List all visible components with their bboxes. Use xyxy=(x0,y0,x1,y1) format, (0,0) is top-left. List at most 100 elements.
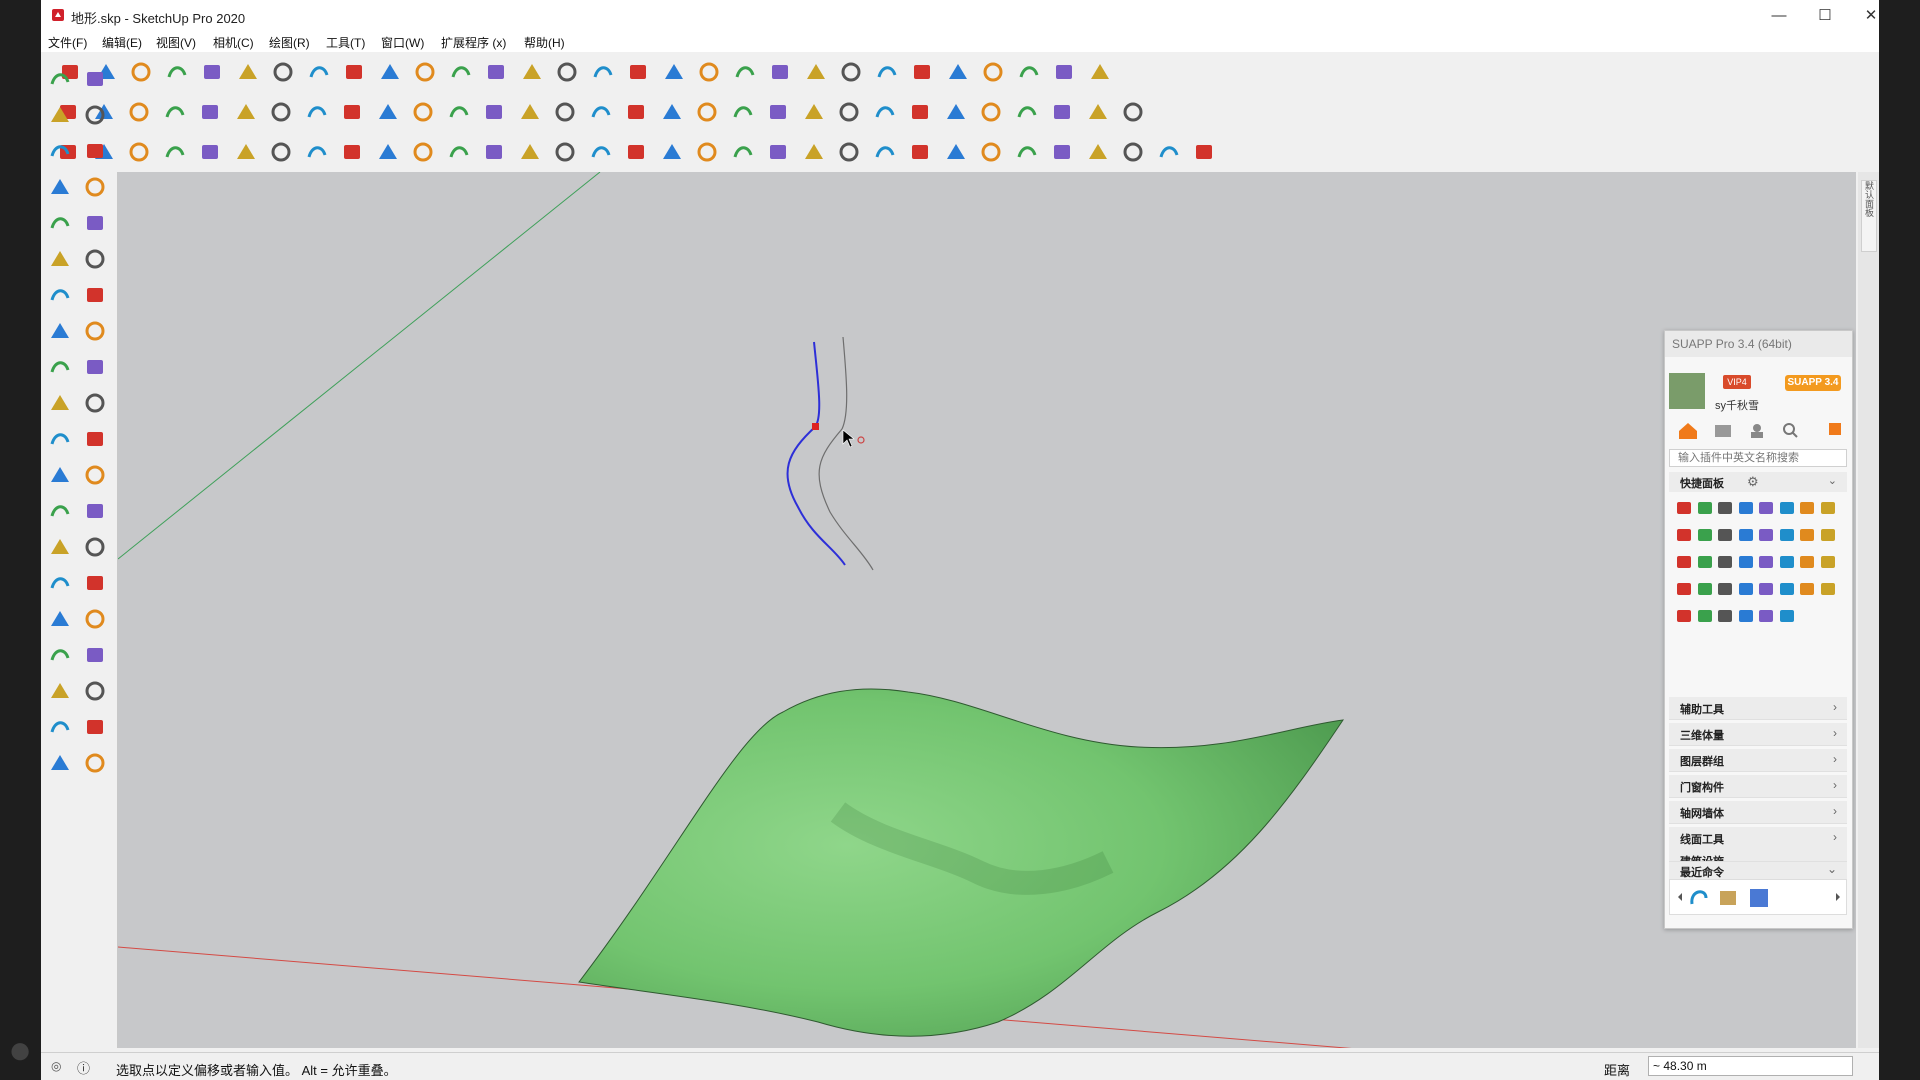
eraser-icon[interactable] xyxy=(82,102,108,128)
list-icon[interactable] xyxy=(1715,425,1731,437)
circle-icon[interactable] xyxy=(47,210,73,236)
home-icon[interactable] xyxy=(1679,423,1697,439)
pie-icon[interactable] xyxy=(82,246,108,272)
textured-icon[interactable] xyxy=(625,59,651,85)
arc-3pt-icon[interactable] xyxy=(730,139,756,165)
recent-offset-icon[interactable] xyxy=(1690,890,1708,905)
flip-icon[interactable] xyxy=(730,99,756,125)
dimensions-icon[interactable] xyxy=(82,426,108,452)
quick-tool-icon[interactable] xyxy=(1819,580,1837,598)
front-icon[interactable] xyxy=(732,59,758,85)
components-icon[interactable] xyxy=(1085,99,1111,125)
quick-tool-icon[interactable] xyxy=(1757,553,1775,571)
wireframe-icon[interactable] xyxy=(519,59,545,85)
category-building-facilities[interactable]: 建筑设施 xyxy=(1669,849,1847,862)
menu-extensions[interactable]: 扩展程序 (x) xyxy=(441,34,506,51)
zoom-window-icon[interactable] xyxy=(82,570,108,596)
section-fill-icon[interactable] xyxy=(945,59,971,85)
texture-icon[interactable] xyxy=(197,99,223,125)
quick-tool-icon[interactable] xyxy=(1798,580,1816,598)
import-icon[interactable] xyxy=(126,139,152,165)
plane-icon[interactable] xyxy=(410,99,436,125)
protractor-icon[interactable] xyxy=(47,462,73,488)
quick-tool-icon[interactable] xyxy=(1798,499,1816,517)
quick-tool-icon[interactable] xyxy=(1757,526,1775,544)
circle-icon[interactable] xyxy=(872,139,898,165)
quick-tool-icon[interactable] xyxy=(1778,553,1796,571)
paint-icon[interactable] xyxy=(694,99,720,125)
search-icon[interactable] xyxy=(1783,423,1798,438)
rotated-rectangle-icon[interactable] xyxy=(82,174,108,200)
joint-push-pull-icon[interactable] xyxy=(943,99,969,125)
quick-tool-icon[interactable] xyxy=(1819,526,1837,544)
zoom-icon[interactable] xyxy=(47,570,73,596)
erase-icon[interactable] xyxy=(270,59,296,85)
section-icon[interactable] xyxy=(909,59,935,85)
menu-file[interactable]: 文件(F) xyxy=(48,34,87,51)
trim-icon[interactable] xyxy=(1085,139,1111,165)
smooth-icon[interactable] xyxy=(836,99,862,125)
2pt-arc-icon[interactable] xyxy=(47,282,73,308)
quick-tool-icon[interactable] xyxy=(1675,526,1693,544)
protractor-icon[interactable] xyxy=(517,99,543,125)
category-3d-massing[interactable]: 三维体量 › xyxy=(1669,723,1847,746)
send-to-layout-icon[interactable] xyxy=(47,750,73,776)
soften-icon[interactable] xyxy=(446,139,472,165)
instructor-icon[interactable] xyxy=(623,139,649,165)
quick-panel-header[interactable]: 快捷面板 ⚙ ⌄ xyxy=(1669,472,1847,492)
scale-icon[interactable] xyxy=(47,390,73,416)
quick-tool-icon[interactable] xyxy=(1737,607,1755,625)
paste-icon[interactable] xyxy=(235,59,261,85)
export-icon[interactable] xyxy=(162,139,188,165)
outliner-icon[interactable] xyxy=(481,139,507,165)
shadow-icon[interactable] xyxy=(375,139,401,165)
rotate-icon[interactable] xyxy=(268,99,294,125)
quick-tool-icon[interactable] xyxy=(1675,553,1693,571)
previous-icon[interactable] xyxy=(82,606,108,632)
view-gallery-icon[interactable] xyxy=(339,139,365,165)
info-icon[interactable]: ⓘ xyxy=(77,1058,90,1077)
section-plane-icon[interactable] xyxy=(82,678,108,704)
quick-tool-icon[interactable] xyxy=(1819,499,1837,517)
rotate-icon[interactable] xyxy=(47,354,73,380)
polygon-icon[interactable] xyxy=(82,210,108,236)
extrude-icon[interactable] xyxy=(978,99,1004,125)
helix-icon[interactable] xyxy=(978,139,1004,165)
scenes-icon[interactable] xyxy=(1087,59,1113,85)
quick-tool-icon[interactable] xyxy=(1675,580,1693,598)
text-icon[interactable] xyxy=(82,462,108,488)
copy-icon[interactable] xyxy=(199,59,225,85)
grid-icon[interactable] xyxy=(1829,423,1841,435)
measurement-input[interactable]: ~ 48.30 m xyxy=(1648,1056,1853,1076)
quick-tool-icon[interactable] xyxy=(1675,499,1693,517)
walk-icon[interactable] xyxy=(47,678,73,704)
arc-icon[interactable] xyxy=(47,246,73,272)
warehouse-icon[interactable] xyxy=(47,714,73,740)
scale-icon[interactable] xyxy=(304,99,330,125)
quick-tool-icon[interactable] xyxy=(1757,580,1775,598)
pan-icon[interactable] xyxy=(82,534,108,560)
suapp-version-badge[interactable]: SUAPP 3.4 xyxy=(1785,375,1841,391)
fillet-icon[interactable] xyxy=(1156,139,1182,165)
quick-tool-icon[interactable] xyxy=(1778,580,1796,598)
styles-icon[interactable] xyxy=(233,139,259,165)
gear-icon[interactable]: ⚙ xyxy=(1747,474,1759,490)
mirror-icon[interactable] xyxy=(446,99,472,125)
weld-icon[interactable] xyxy=(765,99,791,125)
iso-icon[interactable] xyxy=(661,59,687,85)
orbit-icon[interactable] xyxy=(47,534,73,560)
curviloft-icon[interactable] xyxy=(907,99,933,125)
push-pull-icon[interactable] xyxy=(82,318,108,344)
top-icon[interactable] xyxy=(696,59,722,85)
paint-bucket-icon[interactable] xyxy=(47,102,73,128)
3pt-arc-icon[interactable] xyxy=(82,282,108,308)
cut-icon[interactable] xyxy=(164,59,190,85)
layout-icon[interactable] xyxy=(552,139,578,165)
quick-tool-icon[interactable] xyxy=(1696,607,1714,625)
quick-tool-icon[interactable] xyxy=(1778,499,1796,517)
category-grid-walls[interactable]: 轴网墙体 › xyxy=(1669,801,1847,824)
display-sections-icon[interactable] xyxy=(1016,59,1042,85)
category-auxiliary-tools[interactable]: 辅助工具 › xyxy=(1669,697,1847,720)
back-icon[interactable] xyxy=(803,59,829,85)
right-icon[interactable] xyxy=(767,59,793,85)
